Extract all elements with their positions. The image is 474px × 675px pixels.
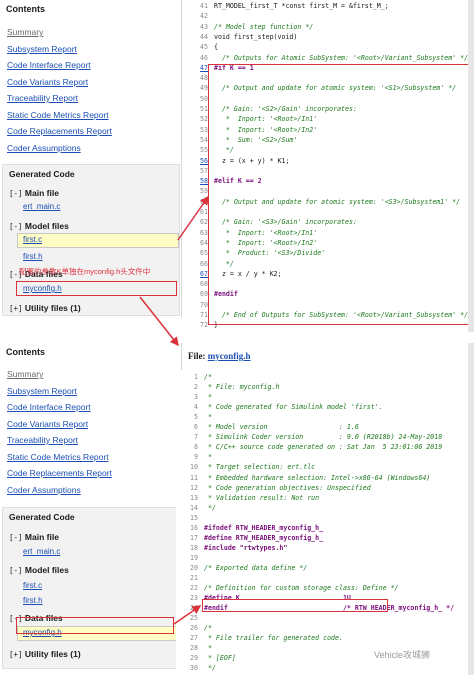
arrows-overlay xyxy=(139,195,209,625)
arrow-myconfig-down xyxy=(139,296,179,347)
arrow-first-c-to-code xyxy=(177,195,209,241)
arrow-myconfig-to-define xyxy=(173,605,202,625)
